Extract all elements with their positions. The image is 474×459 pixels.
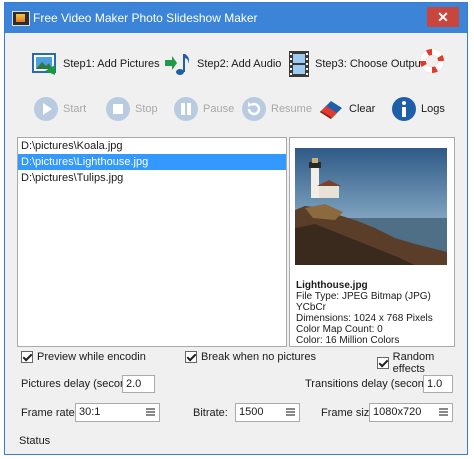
step3-choose-output-button[interactable]: Step3: Choose Output [287,47,424,81]
checkbox-box[interactable] [21,351,33,363]
app-window: Free Video Maker Photo Slideshow Maker ✕… [4,2,468,455]
picture-add-icon [32,53,56,75]
dropdown-handle-icon [286,408,295,416]
clear-button[interactable]: Clear [317,93,375,125]
pause-icon [174,97,198,121]
preview-encoding-label: Preview while encodin [37,351,146,363]
start-label: Start [63,103,87,115]
image-dimensions: Dimensions: 1024 x 768 Pixels [296,313,433,324]
pictures-delay-input[interactable]: 2.0 [122,375,155,393]
start-button[interactable]: Start [33,93,86,125]
resume-label: Resume [271,103,312,115]
lifebuoy-icon[interactable] [418,47,446,75]
frame-rate-value: 30:1 [79,406,101,418]
list-item-selected[interactable]: D:\pictures\Lighthouse.jpg [18,154,286,170]
bitrate-select[interactable]: 1500 [235,403,300,422]
bitrate-value: 1500 [239,406,264,418]
frame-rate-label: Frame rate: [21,407,78,419]
resume-icon [242,97,266,121]
picture-list[interactable]: D:\pictures\Koala.jpg D:\pictures\Lighth… [17,137,287,347]
eraser-icon [320,101,342,119]
bitrate-label: Bitrate: [193,407,228,419]
break-no-pictures-checkbox[interactable]: Break when no pictures [185,351,316,363]
frame-rate-select[interactable]: 30:1 [75,403,160,422]
frame-size-select[interactable]: 1080x720 [369,403,453,422]
music-note-icon [165,54,189,75]
preview-encoding-checkbox[interactable]: Preview while encodin [21,351,146,363]
play-icon [34,97,58,121]
step3-label: Step3: Choose Output [315,58,424,70]
random-effects-label: Random effects [392,351,435,375]
image-name: Lighthouse.jpg [296,280,368,291]
stop-icon [106,97,130,121]
dropdown-handle-icon [439,408,448,416]
title-bar[interactable]: Free Video Maker Photo Slideshow Maker ✕ [5,3,467,33]
image-color-map: Color Map Count: 0 [296,324,383,335]
step1-label: Step1: Add Pictures [63,58,160,70]
info-icon [392,97,416,121]
pause-button[interactable]: Pause [173,93,234,125]
logs-button[interactable]: Logs [391,93,445,125]
stop-button[interactable]: Stop [105,93,158,125]
random-effects-checkbox[interactable]: Random effects [377,351,467,375]
preview-image [295,148,447,265]
logs-label: Logs [421,103,445,115]
step2-add-audio-button[interactable]: Step2: Add Audio [163,47,281,81]
status-label: Status [19,435,51,447]
preview-panel: Lighthouse.jpg File Type: JPEG Bitmap (J… [289,137,455,347]
pause-label: Pause [203,103,235,115]
frame-size-value: 1080x720 [373,406,422,418]
step1-add-pictures-button[interactable]: Step1: Add Pictures [31,47,160,81]
app-icon [12,11,30,26]
image-color: Color: 16 Million Colors [296,335,400,346]
transitions-delay-label: Transitions delay (seconds) [305,378,440,390]
list-item[interactable]: D:\pictures\Tulips.jpg [18,170,286,186]
clear-label: Clear [349,103,376,115]
image-info: Lighthouse.jpg File Type: JPEG Bitmap (J… [296,280,454,346]
break-no-pictures-label: Break when no pictures [201,351,316,363]
resume-button[interactable]: Resume [241,93,312,125]
film-strip-icon [289,51,309,77]
stop-label: Stop [135,103,158,115]
dropdown-handle-icon [146,408,155,416]
window-title: Free Video Maker Photo Slideshow Maker [33,11,258,25]
step2-label: Step2: Add Audio [197,58,282,70]
image-file-type: File Type: JPEG Bitmap (JPG) YCbCr [296,291,431,313]
list-item[interactable]: D:\pictures\Koala.jpg [18,138,286,154]
transitions-delay-input[interactable]: 1.0 [423,375,453,393]
checkbox-box[interactable] [185,351,197,363]
close-button[interactable]: ✕ [427,7,459,27]
checkbox-box[interactable] [377,357,389,369]
